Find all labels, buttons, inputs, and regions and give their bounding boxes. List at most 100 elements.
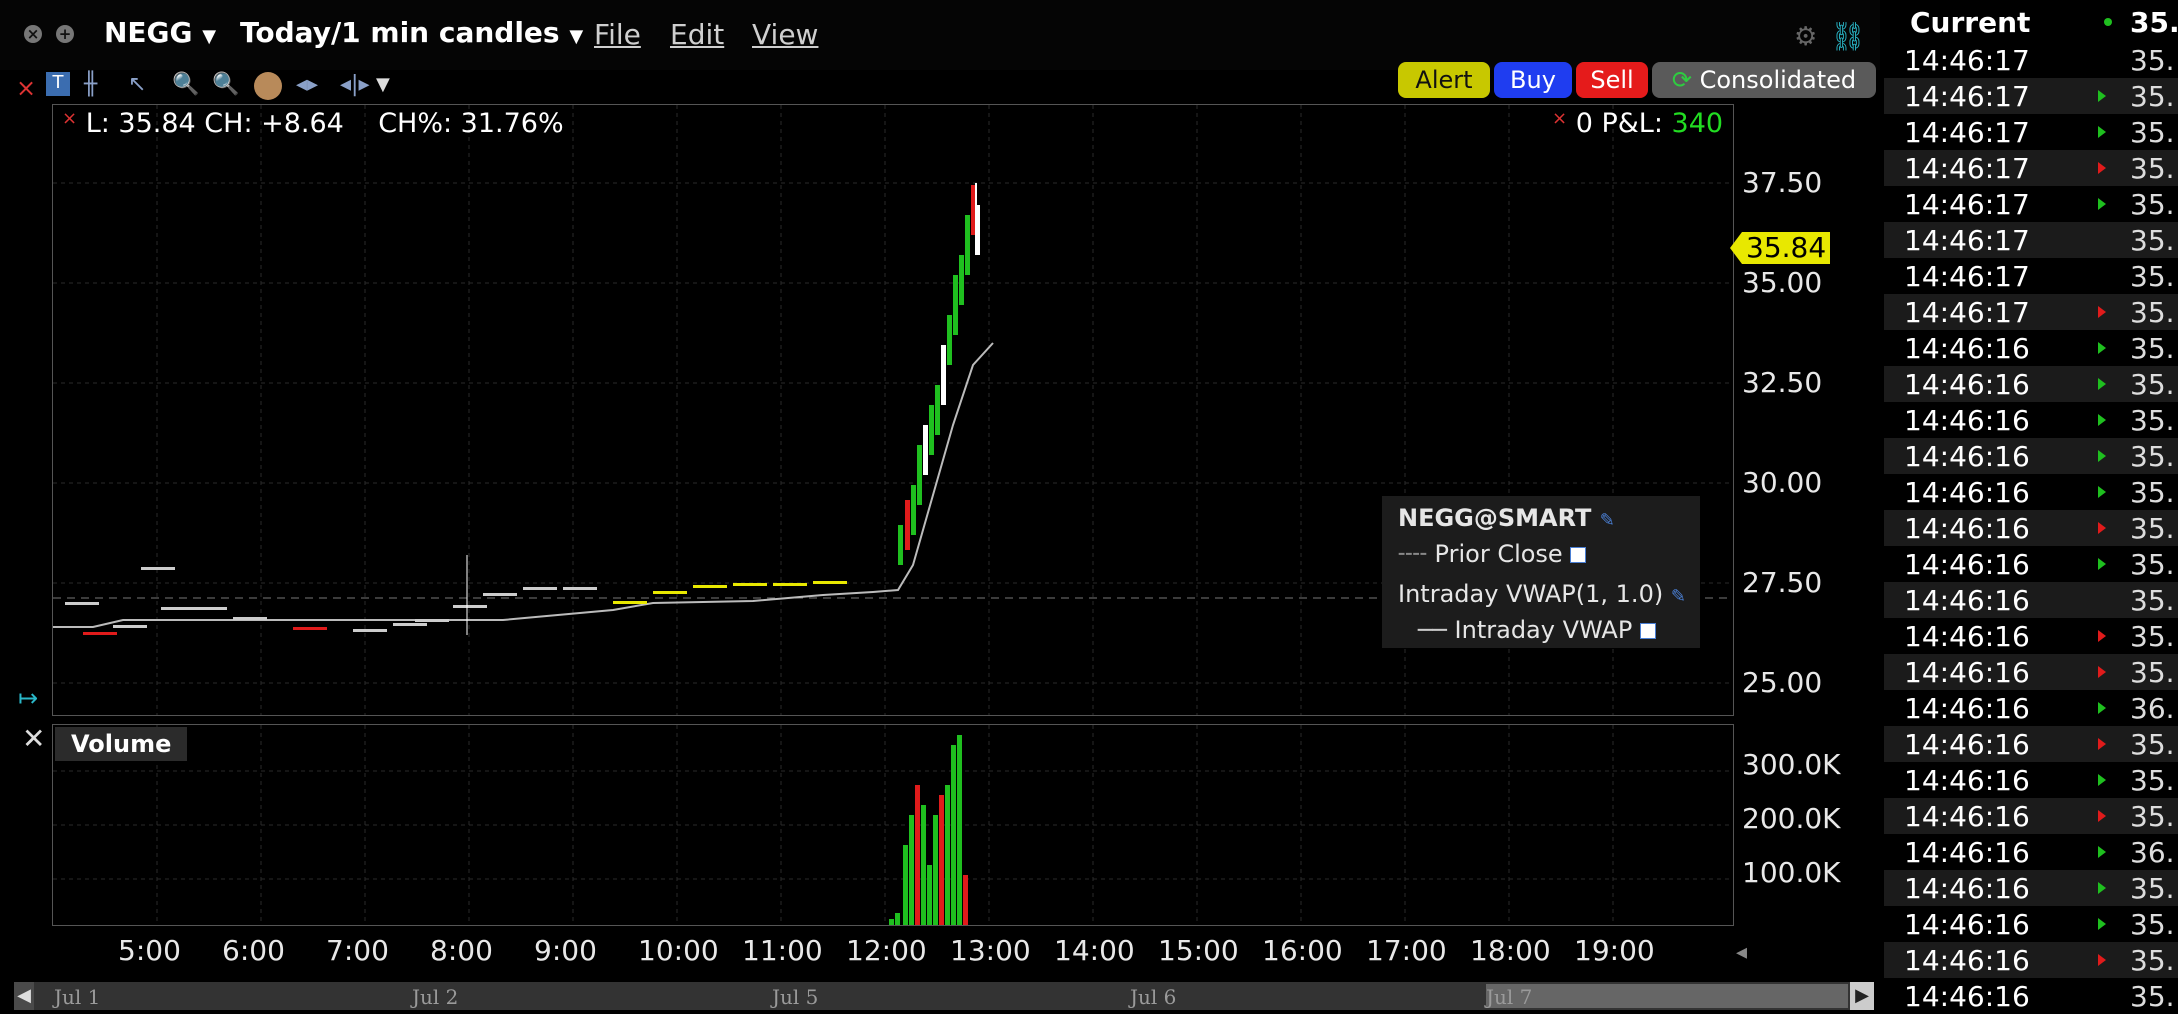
ts-row: 14:46:17 35. — [1884, 42, 2178, 78]
ts-time: 14:46:16 — [1904, 656, 2030, 689]
timeframe-selector[interactable]: Today/1 min candles ▼ — [240, 16, 583, 49]
ts-time: 14:46:17 — [1904, 80, 2030, 113]
candle-bar — [923, 425, 928, 475]
ts-price: 35. — [2130, 800, 2175, 833]
text-tool-icon[interactable]: T — [46, 72, 70, 96]
zoom-in-icon[interactable]: 🔍 — [172, 72, 199, 97]
chevron-down-icon: ▼ — [202, 26, 217, 47]
crosshair-icon[interactable] — [254, 72, 282, 100]
time-tick: 11:00 — [742, 934, 823, 967]
alert-button[interactable]: Alert — [1398, 62, 1490, 98]
time-tick: 5:00 — [118, 934, 181, 967]
ts-time: 14:46:16 — [1904, 476, 2030, 509]
volume-tick: 200.0K — [1742, 802, 1841, 835]
ts-price: 35. — [2130, 548, 2175, 581]
ts-time: 14:46:16 — [1904, 404, 2030, 437]
menu-edit[interactable]: Edit — [670, 18, 724, 51]
close-icon[interactable]: × — [16, 74, 36, 102]
volume-bar — [927, 865, 932, 925]
ts-price: 35. — [2130, 332, 2175, 365]
ts-price: 35. — [2130, 224, 2175, 257]
wrench-icon[interactable]: ✎ — [1600, 510, 1615, 531]
candle-flat — [293, 627, 327, 630]
date-tick: Jul 5 — [772, 985, 819, 1009]
volume-bar — [895, 913, 900, 925]
ticker-selector[interactable]: NEGG ▼ — [104, 16, 216, 49]
wrench-icon[interactable]: ✎ — [1671, 586, 1686, 607]
volume-bar — [957, 735, 962, 925]
candle-flat — [353, 629, 387, 632]
menu-edit-label: Edit — [670, 18, 725, 51]
time-tick: 18:00 — [1470, 934, 1551, 967]
time-tick: 15:00 — [1158, 934, 1239, 967]
ts-time: 14:46:17 — [1904, 260, 2030, 293]
volume-chart[interactable]: Volume — [52, 724, 1734, 926]
ts-time: 14:46:16 — [1904, 584, 2030, 617]
ts-price: 35. — [2130, 728, 2175, 761]
candle-flat — [733, 583, 767, 586]
vwap-checkbox[interactable] — [1639, 623, 1656, 639]
sell-button[interactable]: Sell — [1576, 62, 1648, 98]
volume-bar — [939, 795, 944, 925]
ts-time: 14:46:16 — [1904, 944, 2030, 977]
ts-row: 14:46:16 35. — [1884, 438, 2178, 474]
volume-bar — [933, 815, 938, 925]
prior-close-checkbox[interactable] — [1570, 547, 1587, 563]
time-and-sales-panel: Current 35. 14:46:17 35. 14:46:17 35. 14:46:… — [1884, 0, 2178, 1014]
ts-row: 14:46:17 35. — [1884, 186, 2178, 222]
consolidated-button[interactable]: ⟳ Consolidated — [1652, 62, 1876, 98]
window-toolbar: × + NEGG ▼ Today/1 min candles ▼ File Ed… — [0, 0, 1880, 70]
close-icon[interactable]: × — [62, 108, 77, 129]
ts-price: 35. — [2130, 656, 2175, 689]
candle-flat — [233, 617, 267, 620]
candle-bar — [905, 500, 910, 550]
close-icon[interactable]: × — [1552, 108, 1567, 129]
ts-price: 35. — [2130, 404, 2175, 437]
chart-legend: NEGG@SMART ✎ ╌╌ Prior Close Intraday VWA… — [1382, 496, 1700, 648]
uptick-icon — [2098, 414, 2106, 426]
anchor-icon[interactable]: ↦ — [18, 684, 38, 712]
ts-price: 35. — [2130, 872, 2175, 905]
candle-flat — [65, 602, 99, 605]
ts-row: 14:46:16 35. — [1884, 474, 2178, 510]
pan-icon[interactable]: ◂▸ — [296, 72, 318, 97]
downtick-icon — [2098, 810, 2106, 822]
candle-flat — [483, 593, 517, 596]
ts-row: 14:46:16 35. — [1884, 870, 2178, 906]
volume-bar — [921, 805, 926, 925]
link-icon[interactable]: ⛓ — [1830, 20, 1866, 53]
chevron-down-icon[interactable]: ▼ — [376, 74, 390, 95]
close-window-icon[interactable]: × — [24, 25, 42, 43]
ts-time: 14:46:16 — [1904, 836, 2030, 869]
legend-prior-close: ╌╌ Prior Close — [1398, 540, 1587, 568]
ts-time: 14:46:16 — [1904, 872, 2030, 905]
ts-row: 14:46:16 35. — [1884, 582, 2178, 618]
ts-row: 14:46:16 35. — [1884, 906, 2178, 942]
time-tick: 17:00 — [1366, 934, 1447, 967]
ts-row: 14:46:16 35. — [1884, 330, 2178, 366]
close-volume-icon[interactable]: ✕ — [22, 722, 45, 755]
ts-row: 14:46:16 35. — [1884, 762, 2178, 798]
ts-time: 14:46:17 — [1904, 188, 2030, 221]
buy-button[interactable]: Buy — [1494, 62, 1572, 98]
arrow-left-icon[interactable]: ◂ — [1736, 940, 1747, 965]
ts-price: 35. — [2130, 368, 2175, 401]
cursor-icon[interactable]: ↖ — [128, 72, 146, 97]
time-tick: 7:00 — [326, 934, 389, 967]
price-tick: 25.00 — [1742, 666, 1823, 699]
menu-file[interactable]: File — [594, 18, 641, 51]
bar-type-icon[interactable]: ╫ — [84, 72, 97, 97]
time-tick: 10:00 — [638, 934, 719, 967]
zoom-out-icon[interactable]: 🔍 — [212, 72, 239, 97]
price-tick: 35.00 — [1742, 266, 1823, 299]
ts-price: 35. — [2130, 188, 2175, 221]
add-window-icon[interactable]: + — [56, 25, 74, 43]
candle-flat — [523, 587, 557, 590]
date-scrollbar[interactable]: ◀ ▶ Jul 1 Jul 2 Jul 5 Jul 6 Jul 7 — [14, 982, 1874, 1010]
stats-text: L: 35.84 CH: +8.64 CH%: 31.76% — [85, 108, 564, 139]
ts-time: 14:46:16 — [1904, 620, 2030, 653]
date-tick: Jul 1 — [54, 985, 101, 1009]
menu-view[interactable]: View — [752, 18, 818, 51]
fit-icon[interactable]: ◂|▸ — [340, 72, 370, 97]
gear-icon[interactable]: ⚙ — [1794, 22, 1817, 52]
